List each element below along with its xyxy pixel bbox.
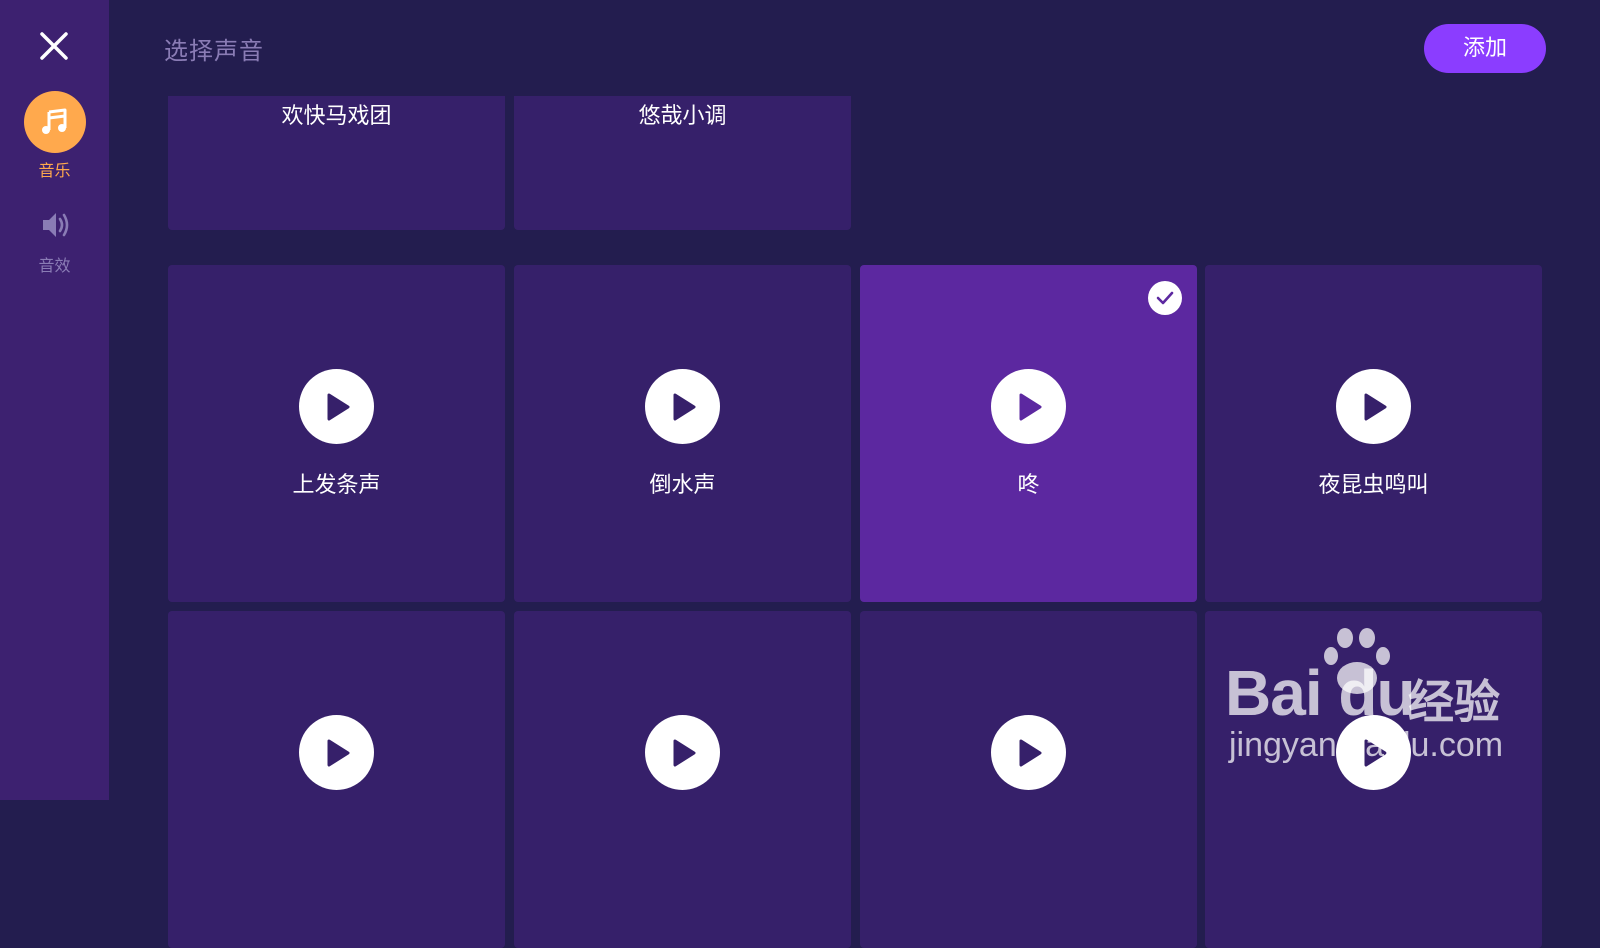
sidebar-item-sound-effects[interactable]: 音效 [0,208,109,276]
play-button[interactable] [1336,715,1411,790]
play-icon [327,739,349,766]
check-icon [1156,291,1174,305]
play-button[interactable] [299,369,374,444]
play-icon [1364,739,1386,766]
music-note-icon [41,108,66,134]
sound-tile[interactable]: 悠哉小调 [514,96,851,230]
sound-tile[interactable]: 上发条声 [168,265,505,602]
page-title: 选择声音 [164,37,264,65]
sound-tile[interactable]: 倒水声 [514,265,851,602]
speaker-icon [42,213,68,237]
tile-label: 夜昆虫鸣叫 [1318,473,1429,498]
play-button[interactable] [1336,369,1411,444]
sound-tile[interactable] [860,611,1197,948]
play-icon [327,393,349,420]
sidebar-item-music[interactable]: 音乐 [0,91,109,181]
sound-tile[interactable] [168,611,505,948]
play-icon [673,393,695,420]
close-button[interactable] [34,26,74,66]
tile-label: 悠哉小调 [638,104,727,129]
play-icon [1019,739,1041,766]
sidebar: 音乐 音效 [0,0,109,800]
sound-tile[interactable] [1205,611,1542,948]
selected-check[interactable] [1148,281,1182,315]
play-button[interactable] [991,715,1066,790]
sound-tile[interactable]: 欢快马戏团 [168,96,505,230]
tile-label: 咚 [1017,473,1040,498]
sound-tile-selected[interactable]: 咚 [860,265,1197,602]
tile-label: 上发条声 [292,473,381,498]
sidebar-item-label: 音效 [38,256,71,275]
tile-label: 欢快马戏团 [281,104,392,129]
add-button[interactable]: 添加 [1424,24,1546,73]
play-button[interactable] [991,369,1066,444]
play-button[interactable] [645,715,720,790]
sound-tile[interactable]: 夜昆虫鸣叫 [1205,265,1542,602]
play-button[interactable] [645,369,720,444]
music-icon-circle [23,91,86,153]
play-button[interactable] [299,715,374,790]
tile-label: 倒水声 [649,473,716,498]
play-icon [1019,393,1041,420]
sound-tile[interactable] [514,611,851,948]
close-icon [40,32,68,60]
play-icon [673,739,695,766]
play-icon [1364,393,1386,420]
sidebar-item-label: 音乐 [38,161,71,180]
